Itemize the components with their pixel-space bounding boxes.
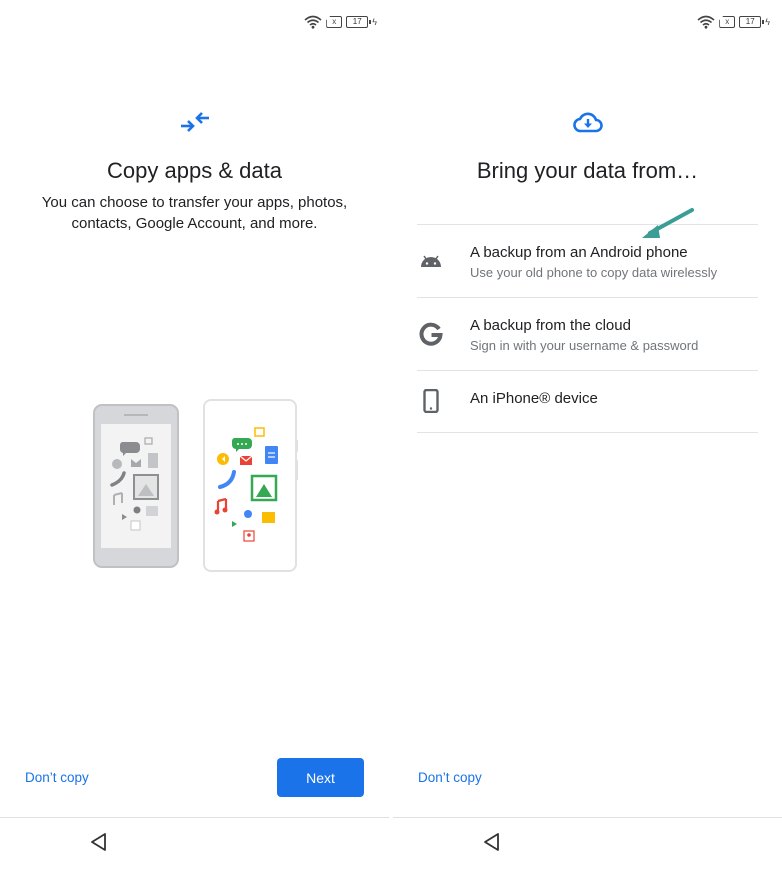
wifi-icon — [697, 15, 715, 29]
new-phone-illustration — [203, 399, 298, 572]
option-description: Use your old phone to copy data wireless… — [470, 265, 718, 280]
back-triangle-icon[interactable] — [483, 832, 503, 854]
navigation-bar — [0, 817, 389, 870]
option-android-backup[interactable]: A backup from an Android phone Use your … — [417, 225, 758, 298]
page-title: Copy apps & data — [107, 158, 282, 183]
no-sim-icon: x — [719, 16, 736, 28]
option-title: A backup from the cloud — [470, 317, 631, 334]
copy-apps-screen: x 17 ϟ Copy apps & data You can choose t… — [0, 0, 389, 870]
battery-icon: 17 ϟ — [346, 16, 377, 28]
smartphone-icon — [419, 389, 443, 413]
google-g-icon — [419, 322, 443, 346]
page-title: Bring your data from… — [476, 158, 699, 183]
charging-icon: ϟ — [372, 17, 377, 27]
option-cloud-backup[interactable]: A backup from the cloud Sign in with you… — [417, 298, 758, 371]
back-triangle-icon[interactable] — [90, 832, 110, 854]
option-title: A backup from an Android phone — [470, 244, 688, 261]
charging-icon: ϟ — [765, 17, 770, 27]
transfer-arrows-icon — [178, 108, 212, 136]
dont-copy-link[interactable]: Don’t copy — [25, 770, 89, 785]
data-source-list: A backup from an Android phone Use your … — [417, 224, 758, 433]
status-bar: x 17 ϟ — [697, 14, 770, 30]
option-description: Sign in with your username & password — [470, 338, 699, 353]
dont-copy-link[interactable]: Don’t copy — [418, 770, 482, 785]
battery-level: 17 — [346, 16, 369, 28]
phone-transfer-illustration — [92, 397, 302, 575]
navigation-bar — [393, 817, 782, 870]
battery-icon: 17 ϟ — [739, 16, 770, 28]
option-iphone-device[interactable]: An iPhone® device — [417, 371, 758, 433]
next-button[interactable]: Next — [277, 758, 364, 797]
page-subtitle: You can choose to transfer your apps, ph… — [41, 194, 348, 232]
android-icon — [419, 249, 443, 273]
bring-your-data-screen: x 17 ϟ Bring your data from… A backup fr… — [393, 0, 782, 870]
battery-level: 17 — [739, 16, 762, 28]
cloud-download-icon — [571, 108, 605, 136]
no-sim-icon: x — [326, 16, 343, 28]
old-phone-illustration — [93, 404, 179, 568]
status-bar: x 17 ϟ — [304, 14, 377, 30]
wifi-icon — [304, 15, 322, 29]
option-title: An iPhone® device — [470, 390, 598, 407]
